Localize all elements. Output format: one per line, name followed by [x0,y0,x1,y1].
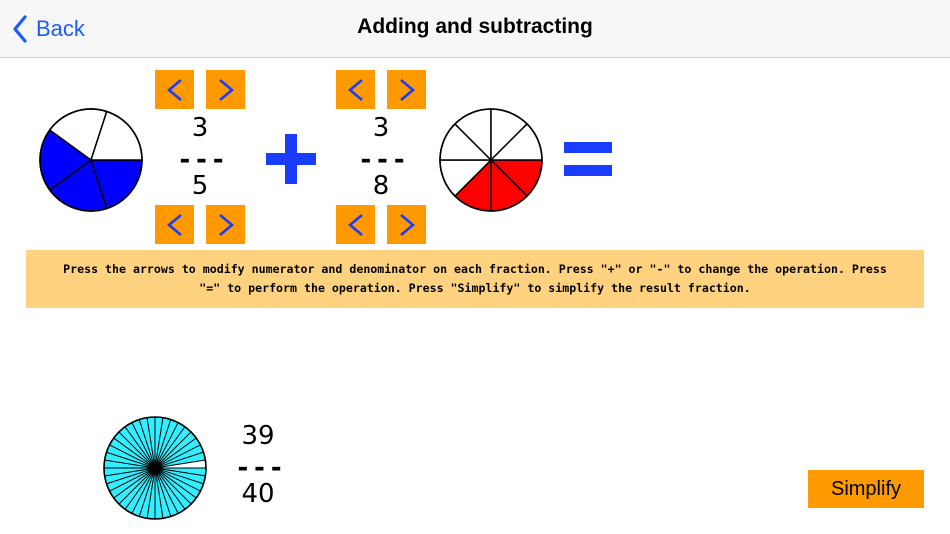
fraction1-pie-chart [39,108,143,212]
instructions-panel: Press the arrows to modify numerator and… [26,250,924,308]
operator-button[interactable] [266,134,316,188]
chevron-right-icon [218,78,234,101]
equals-button[interactable] [564,140,612,182]
chevron-right-icon [399,213,415,236]
result-numerator: 39 [241,421,275,451]
fraction2-denominator-increase-button[interactable] [387,205,426,244]
fraction1-denominator-decrease-button[interactable] [155,205,194,244]
page-title: Adding and subtracting [357,15,593,38]
fraction1-denominator: 5 [191,171,209,201]
result-pie-chart [103,416,207,520]
fraction2-numerator-increase-button[interactable] [387,70,426,109]
equals-icon [564,142,612,176]
chevron-left-icon [347,213,363,236]
fraction1-numerator: 3 [191,113,209,143]
plus-icon [266,134,316,184]
fraction2-pie-chart [439,108,543,212]
fraction1-denominator-increase-button[interactable] [206,205,245,244]
chevron-right-icon [399,78,415,101]
simplify-button[interactable]: Simplify [808,470,924,508]
fraction2-numerator: 3 [372,113,390,143]
fraction2-denominator: 8 [372,171,390,201]
fraction2-denominator-decrease-button[interactable] [336,205,375,244]
fraction1-numerator-increase-button[interactable] [206,70,245,109]
fraction2-numerator-decrease-button[interactable] [336,70,375,109]
result-denominator: 40 [241,479,275,509]
chevron-left-icon [166,78,182,101]
chevron-left-icon [347,78,363,101]
navigation-bar: Back Adding and subtracting [0,0,950,58]
chevron-right-icon [218,213,234,236]
fraction1-numerator-decrease-button[interactable] [155,70,194,109]
chevron-left-icon [166,213,182,236]
